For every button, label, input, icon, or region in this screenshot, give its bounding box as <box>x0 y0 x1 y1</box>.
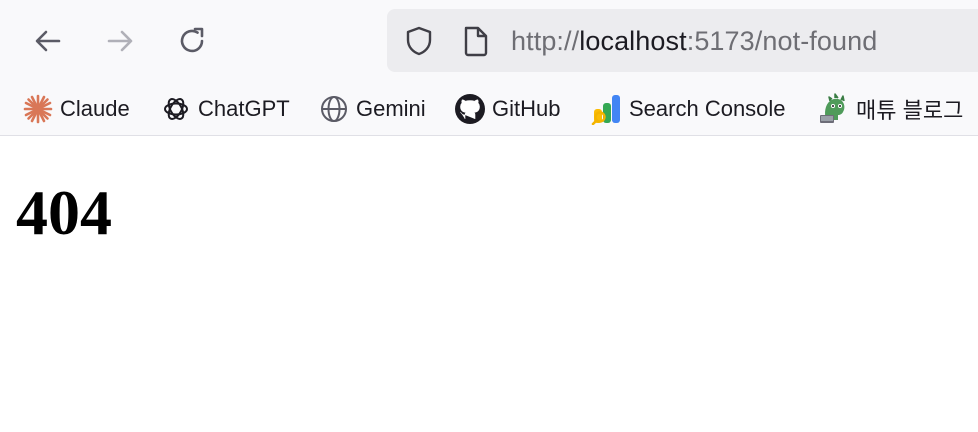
search-console-icon <box>591 93 623 125</box>
bookmark-label: Claude <box>60 96 130 121</box>
url-protocol: http:// <box>511 26 580 56</box>
globe-icon <box>318 93 350 125</box>
dinosaur-icon <box>818 93 850 125</box>
bookmark-gemini[interactable]: Gemini <box>318 88 426 130</box>
bookmark-label: ChatGPT <box>198 96 290 121</box>
page-heading: 404 <box>16 177 112 248</box>
url-host: localhost <box>579 26 687 56</box>
reload-button[interactable] <box>171 20 213 62</box>
bookmark-label: 매튜 블로그 <box>856 98 964 123</box>
bookmark-label: GitHub <box>492 96 561 121</box>
shield-icon[interactable] <box>403 25 435 62</box>
url-text[interactable]: http://localhost:5173/not-found <box>511 26 877 56</box>
bookmark-blog[interactable]: 매튜 블로그 <box>818 88 963 130</box>
reload-icon <box>175 24 209 58</box>
bookmark-search-console[interactable]: Search Console <box>591 88 786 130</box>
bookmark-claude[interactable]: Claude <box>22 88 130 130</box>
url-bar[interactable]: http://localhost:5173/not-found <box>387 9 978 72</box>
page-content: 404 <box>0 137 978 432</box>
claude-icon <box>22 93 54 125</box>
url-path: :5173/not-found <box>686 26 878 56</box>
arrow-left-icon <box>31 24 65 58</box>
bookmark-chatgpt[interactable]: ChatGPT <box>160 88 290 130</box>
chatgpt-icon <box>160 93 192 125</box>
browser-toolbar: http://localhost:5173/not-found Claude C… <box>0 0 978 136</box>
bookmark-github[interactable]: GitHub <box>454 88 560 130</box>
github-icon <box>454 93 486 125</box>
bookmark-label: Gemini <box>356 96 426 121</box>
bookmarks-bar: Claude ChatGPT Gemini GitHub Search Cons… <box>0 88 978 130</box>
back-button[interactable] <box>27 20 69 62</box>
bookmark-label: Search Console <box>629 96 786 121</box>
arrow-right-icon <box>103 24 137 58</box>
forward-button[interactable] <box>99 20 141 62</box>
page-icon[interactable] <box>461 25 491 62</box>
